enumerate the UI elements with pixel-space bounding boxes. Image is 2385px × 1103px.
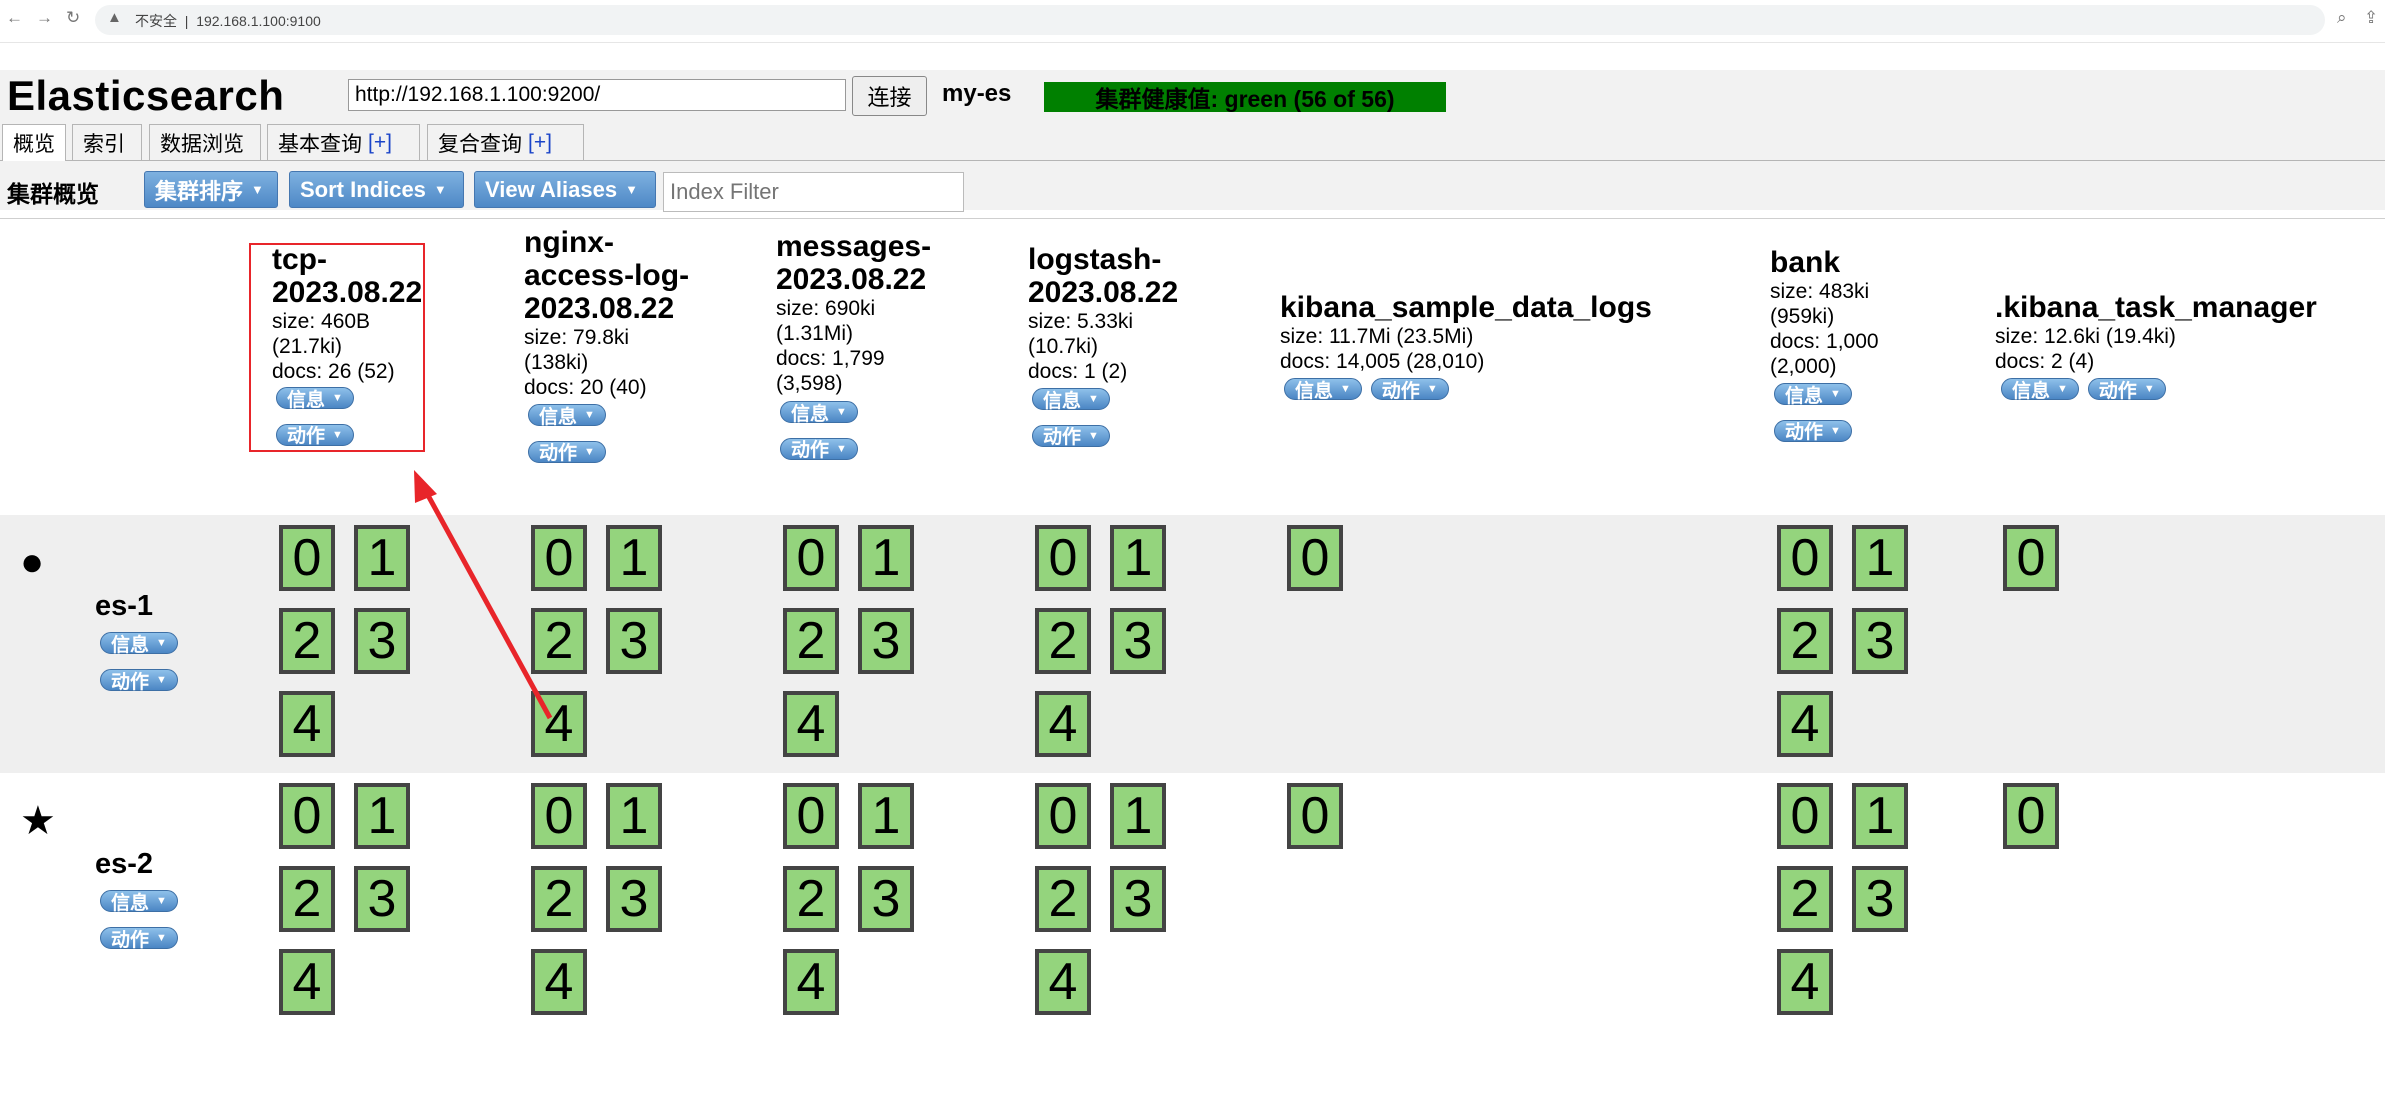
arrow-head-icon (414, 470, 437, 503)
annotation-arrow-layer (414, 470, 553, 720)
annotation-arrow (421, 486, 553, 720)
